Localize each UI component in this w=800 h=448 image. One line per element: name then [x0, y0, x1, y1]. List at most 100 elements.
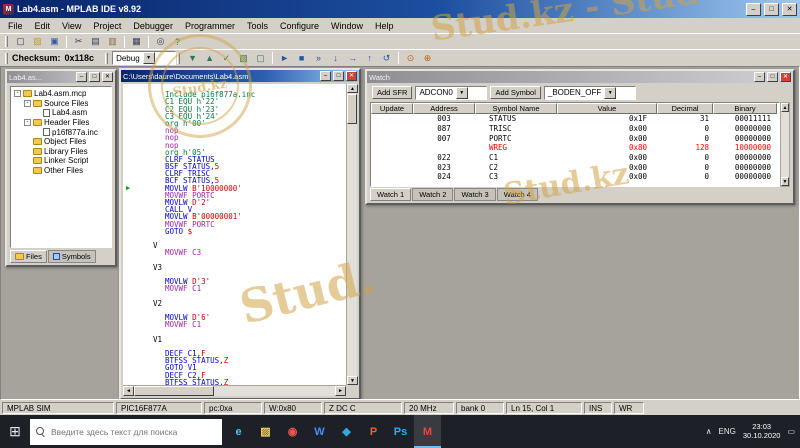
step-into-icon[interactable]: ↓: [327, 52, 344, 65]
editor-vscroll-thumb[interactable]: [347, 94, 357, 124]
tray-chevron-icon[interactable]: ∧: [706, 427, 712, 436]
tree-expander-icon[interactable]: -: [14, 90, 21, 97]
project-tab-symbols[interactable]: Symbols: [48, 250, 96, 263]
scroll-up-icon[interactable]: ▲: [781, 103, 789, 112]
copy-icon[interactable]: ▤: [87, 35, 104, 48]
paste-icon[interactable]: ▥: [104, 35, 121, 48]
halt-icon[interactable]: ■: [293, 52, 310, 65]
run-icon[interactable]: ►: [276, 52, 293, 65]
editor-horizontal-scrollbar[interactable]: ◄ ►: [123, 385, 346, 396]
watch-tab-watch-4[interactable]: Watch 4: [497, 188, 538, 201]
tree-item-lab4-asm[interactable]: Lab4.asm: [11, 108, 111, 118]
watch-scrollbar[interactable]: ▲ ▼: [780, 102, 790, 187]
menu-programmer[interactable]: Programmer: [179, 20, 241, 32]
tree-item-lab4-asm-mcp[interactable]: -Lab4.asm.mcp: [11, 89, 111, 99]
tree-item-library-files[interactable]: Library Files: [11, 147, 111, 157]
watch-row-status[interactable]: 003STATUS0x1F3100011111: [371, 114, 779, 124]
project-tab-files[interactable]: Files: [10, 250, 47, 263]
help-icon[interactable]: ?: [169, 35, 186, 48]
search-input[interactable]: [51, 427, 216, 437]
project-minimize-button[interactable]: –: [76, 72, 87, 82]
new-file-icon[interactable]: ▢: [12, 35, 29, 48]
toolbar-gripper-3[interactable]: [105, 53, 108, 64]
watch-col-header-update[interactable]: Update: [371, 103, 413, 114]
tree-item-other-files[interactable]: Other Files: [11, 166, 111, 176]
menu-view[interactable]: View: [56, 20, 87, 32]
stimulus-icon[interactable]: ⊕: [419, 52, 436, 65]
find-icon[interactable]: ◎: [152, 35, 169, 48]
add-sfr-button[interactable]: Add SFR: [372, 86, 412, 99]
tree-item-linker-script[interactable]: Linker Script: [11, 156, 111, 166]
watch-col-header-decimal[interactable]: Decimal: [657, 103, 713, 114]
step-over-icon[interactable]: →: [344, 52, 361, 65]
code-area[interactable]: Include p16f877a.incC1 EQU h'22'C2 EQU h…: [123, 84, 346, 385]
watch-row-c3[interactable]: 024C30x00000000000: [371, 172, 779, 182]
toolbar-gripper[interactable]: [5, 36, 8, 47]
taskbar-search[interactable]: [30, 419, 222, 445]
scroll-left-icon[interactable]: ◄: [123, 386, 134, 396]
toolbar-gripper-4[interactable]: [177, 53, 180, 64]
mplab-icon[interactable]: M: [414, 415, 441, 448]
tree-expander-icon[interactable]: -: [24, 119, 31, 126]
start-button[interactable]: ⊞: [0, 415, 30, 448]
close-button[interactable]: ✕: [782, 3, 797, 16]
blank-check-icon[interactable]: ▢: [252, 52, 269, 65]
animate-icon[interactable]: »: [310, 52, 327, 65]
tree-expander-icon[interactable]: -: [24, 100, 31, 107]
watch-row-trisc[interactable]: 087TRISC0x00000000000: [371, 124, 779, 134]
watch-tab-watch-2[interactable]: Watch 2: [412, 188, 453, 201]
watch-col-header-symbol-name[interactable]: Symbol Name: [475, 103, 557, 114]
read-target-icon[interactable]: ▲: [201, 52, 218, 65]
watch-col-header-address[interactable]: Address: [413, 103, 475, 114]
project-maximize-button[interactable]: □: [89, 72, 100, 82]
print-icon[interactable]: ▦: [128, 35, 145, 48]
watch-row-wreg[interactable]: WREG0x8012810000000: [371, 143, 779, 153]
watch-maximize-button[interactable]: □: [767, 72, 778, 82]
editor-minimize-button[interactable]: –: [320, 71, 331, 81]
watch-close-button[interactable]: ✕: [780, 72, 791, 82]
watch-minimize-button[interactable]: –: [754, 72, 765, 82]
add-symbol-button[interactable]: Add Symbol: [490, 86, 540, 99]
step-out-icon[interactable]: ↑: [361, 52, 378, 65]
chrome-icon[interactable]: ◉: [279, 415, 306, 448]
symbol-select[interactable]: _BODEN_OFF ▼: [544, 86, 636, 100]
save-file-icon[interactable]: ▣: [46, 35, 63, 48]
maximize-button[interactable]: □: [764, 3, 779, 16]
menu-configure[interactable]: Configure: [274, 20, 325, 32]
minimize-button[interactable]: –: [746, 3, 761, 16]
editor-close-button[interactable]: ✕: [346, 71, 357, 81]
chevron-down-icon[interactable]: ▼: [604, 87, 616, 99]
watch-tab-watch-1[interactable]: Watch 1: [370, 188, 411, 201]
program-target-icon[interactable]: ▼: [184, 52, 201, 65]
reset-icon[interactable]: ↺: [378, 52, 395, 65]
editor-maximize-button[interactable]: □: [333, 71, 344, 81]
menu-help[interactable]: Help: [369, 20, 400, 32]
project-close-button[interactable]: ✕: [102, 72, 113, 82]
tree-item-object-files[interactable]: Object Files: [11, 137, 111, 147]
menu-file[interactable]: File: [2, 20, 29, 32]
watch-row-c2[interactable]: 023C20x00000000000: [371, 162, 779, 172]
scroll-down-icon[interactable]: ▼: [347, 376, 358, 385]
notification-center-icon[interactable]: ▭: [787, 427, 795, 436]
watch-col-header-binary[interactable]: Binary: [713, 103, 777, 114]
menu-window[interactable]: Window: [325, 20, 369, 32]
scroll-right-icon[interactable]: ►: [335, 386, 346, 396]
powerpoint-icon[interactable]: P: [360, 415, 387, 448]
watch-row-c1[interactable]: 022C10x00000000000: [371, 153, 779, 163]
cut-icon[interactable]: ✂: [70, 35, 87, 48]
mode-select[interactable]: Debug ▼: [112, 51, 176, 65]
menu-project[interactable]: Project: [87, 20, 127, 32]
taskbar-clock[interactable]: 23:03 30.10.2020: [743, 423, 781, 440]
editor-vertical-scrollbar[interactable]: ▲ ▼: [346, 84, 357, 385]
folder-icon[interactable]: ▨: [252, 415, 279, 448]
verify-target-icon[interactable]: ✓: [218, 52, 235, 65]
watch-row-portc[interactable]: 007PORTC0x00000000000: [371, 133, 779, 143]
menu-edit[interactable]: Edit: [29, 20, 57, 32]
sfr-select[interactable]: ADCON0 ▼: [415, 86, 487, 100]
chevron-down-icon[interactable]: ▼: [456, 87, 468, 99]
tree-item-header-files[interactable]: -Header Files: [11, 118, 111, 128]
menu-tools[interactable]: Tools: [241, 20, 274, 32]
photoshop-icon[interactable]: Ps: [387, 415, 414, 448]
scroll-up-icon[interactable]: ▲: [347, 84, 358, 93]
word-icon[interactable]: W: [306, 415, 333, 448]
